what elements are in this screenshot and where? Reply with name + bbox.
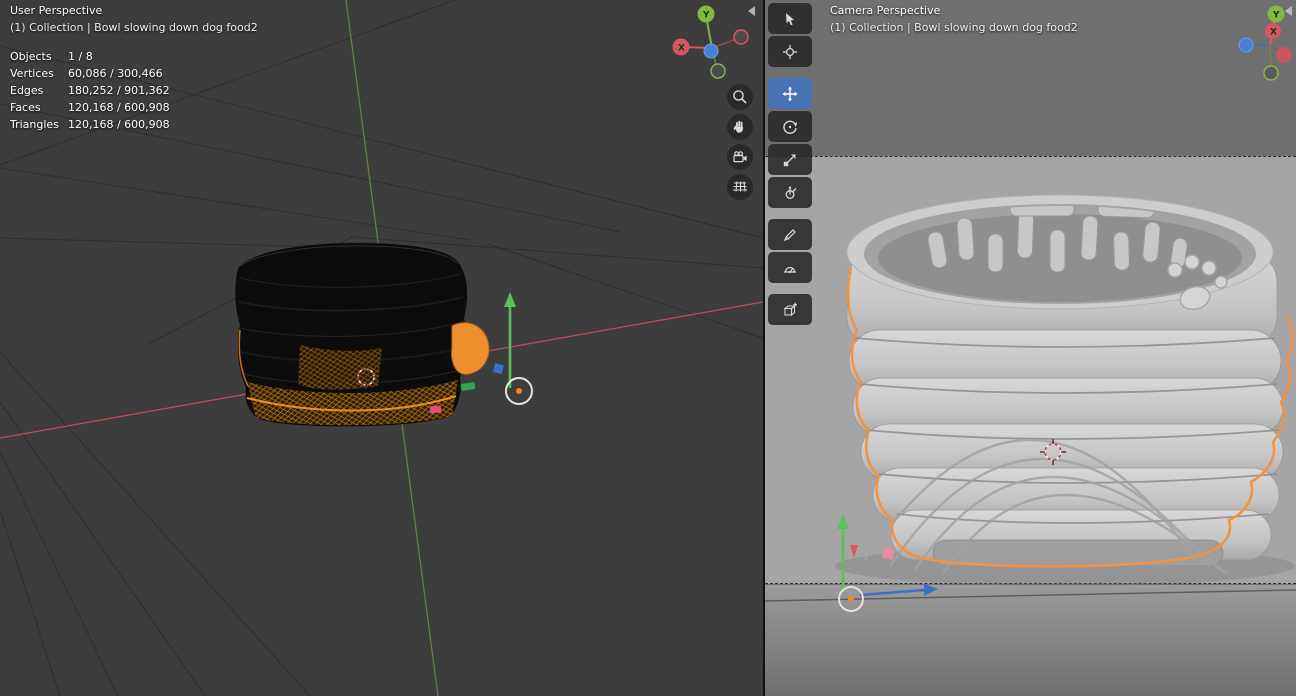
collapse-panel-arrow[interactable] [748, 6, 755, 16]
axis-ball-x-label: X [1270, 28, 1277, 38]
grid-icon [733, 181, 747, 192]
right-perspective-label: Camera Perspective [830, 4, 941, 17]
stat-label: Edges [10, 84, 44, 97]
axis-ball-y-neg [1263, 65, 1279, 81]
select-box-icon [786, 12, 794, 25]
camera-view-button[interactable] [727, 144, 753, 170]
select-box-tool[interactable] [768, 3, 812, 34]
shaded-bowl-model[interactable] [835, 194, 1295, 586]
axis-ball-y-neg [710, 63, 726, 79]
pan-view-button[interactable] [727, 114, 753, 140]
left-viewport[interactable]: Y X User Perspective (1) Collection | Bo… [0, 0, 763, 696]
right-collection-label: (1) Collection | Bowl slowing down dog f… [830, 21, 1078, 34]
view-axis-gizmo[interactable]: Y X [1238, 5, 1292, 81]
rotate-tool[interactable] [768, 111, 812, 142]
right-viewport[interactable]: Y X Camera Perspective (1) Collection | … [765, 0, 1296, 696]
view-axis-gizmo[interactable]: Y X [672, 5, 749, 79]
left-perspective-label: User Perspective [10, 4, 103, 17]
cursor-icon [783, 44, 797, 59]
rotate-icon [783, 120, 798, 134]
wireframe-bowl-model[interactable] [235, 242, 490, 427]
floor-grid-line [765, 589, 1296, 602]
add-cube-tool[interactable] [768, 294, 812, 325]
axis-ball-y-label: Y [702, 11, 710, 21]
tool-shelf [768, 3, 814, 325]
grid-view-button[interactable] [727, 174, 753, 200]
stat-label: Faces [10, 101, 41, 114]
annotate-tool[interactable] [768, 219, 812, 250]
axis-ball-x-neg [733, 29, 749, 45]
stat-value: 60,086 / 300,466 [68, 67, 163, 80]
scale-icon [783, 154, 796, 166]
stat-value: 1 / 8 [68, 50, 93, 63]
hand-icon [733, 120, 744, 133]
stat-row-objects: Objects 1 / 8 [10, 48, 170, 65]
axis-ball-x-neg [1276, 47, 1292, 63]
scene-statistics: Objects 1 / 8 Vertices 60,086 / 300,466 … [10, 48, 170, 133]
scale-tool[interactable] [768, 144, 812, 175]
transform-icon [785, 185, 797, 199]
blender-window: Y X User Perspective (1) Collection | Bo… [0, 0, 1296, 696]
stat-label: Objects [10, 50, 52, 63]
camera-icon [733, 151, 747, 163]
axis-ball-z [1238, 37, 1254, 53]
green-handle[interactable] [460, 382, 476, 391]
annotate-icon [783, 228, 796, 241]
pink-handle[interactable] [429, 405, 442, 414]
measure-icon [784, 266, 796, 273]
magnifier-icon [733, 90, 747, 104]
move-tool[interactable] [768, 78, 812, 109]
measure-tool[interactable] [768, 252, 812, 283]
stat-label: Triangles [10, 118, 59, 131]
cursor-tool[interactable] [768, 36, 812, 67]
axis-ball-z [703, 43, 719, 59]
stat-value: 180,252 / 901,362 [68, 84, 170, 97]
stat-row-faces: Faces 120,168 / 600,908 [10, 99, 170, 116]
stat-value: 120,168 / 600,908 [68, 118, 170, 131]
collapse-panel-arrow[interactable] [1285, 6, 1292, 16]
stat-row-triangles: Triangles 120,168 / 600,908 [10, 116, 170, 133]
move-icon [782, 86, 798, 101]
axis-ball-y-label: Y [1272, 11, 1280, 21]
add-cube-icon [783, 302, 797, 316]
left-collection-label: (1) Collection | Bowl slowing down dog f… [10, 21, 258, 34]
transform-tool[interactable] [768, 177, 812, 208]
stat-row-edges: Edges 180,252 / 901,362 [10, 82, 170, 99]
stat-row-vertices: Vertices 60,086 / 300,466 [10, 65, 170, 82]
stat-value: 120,168 / 600,908 [68, 101, 170, 114]
blue-handle[interactable] [492, 363, 504, 375]
selected-spout-part [451, 322, 490, 375]
zoom-view-button[interactable] [727, 84, 753, 110]
right-scene: Y X [765, 5, 1296, 612]
axis-ball-x-label: X [678, 44, 685, 54]
stat-label: Vertices [10, 67, 54, 80]
